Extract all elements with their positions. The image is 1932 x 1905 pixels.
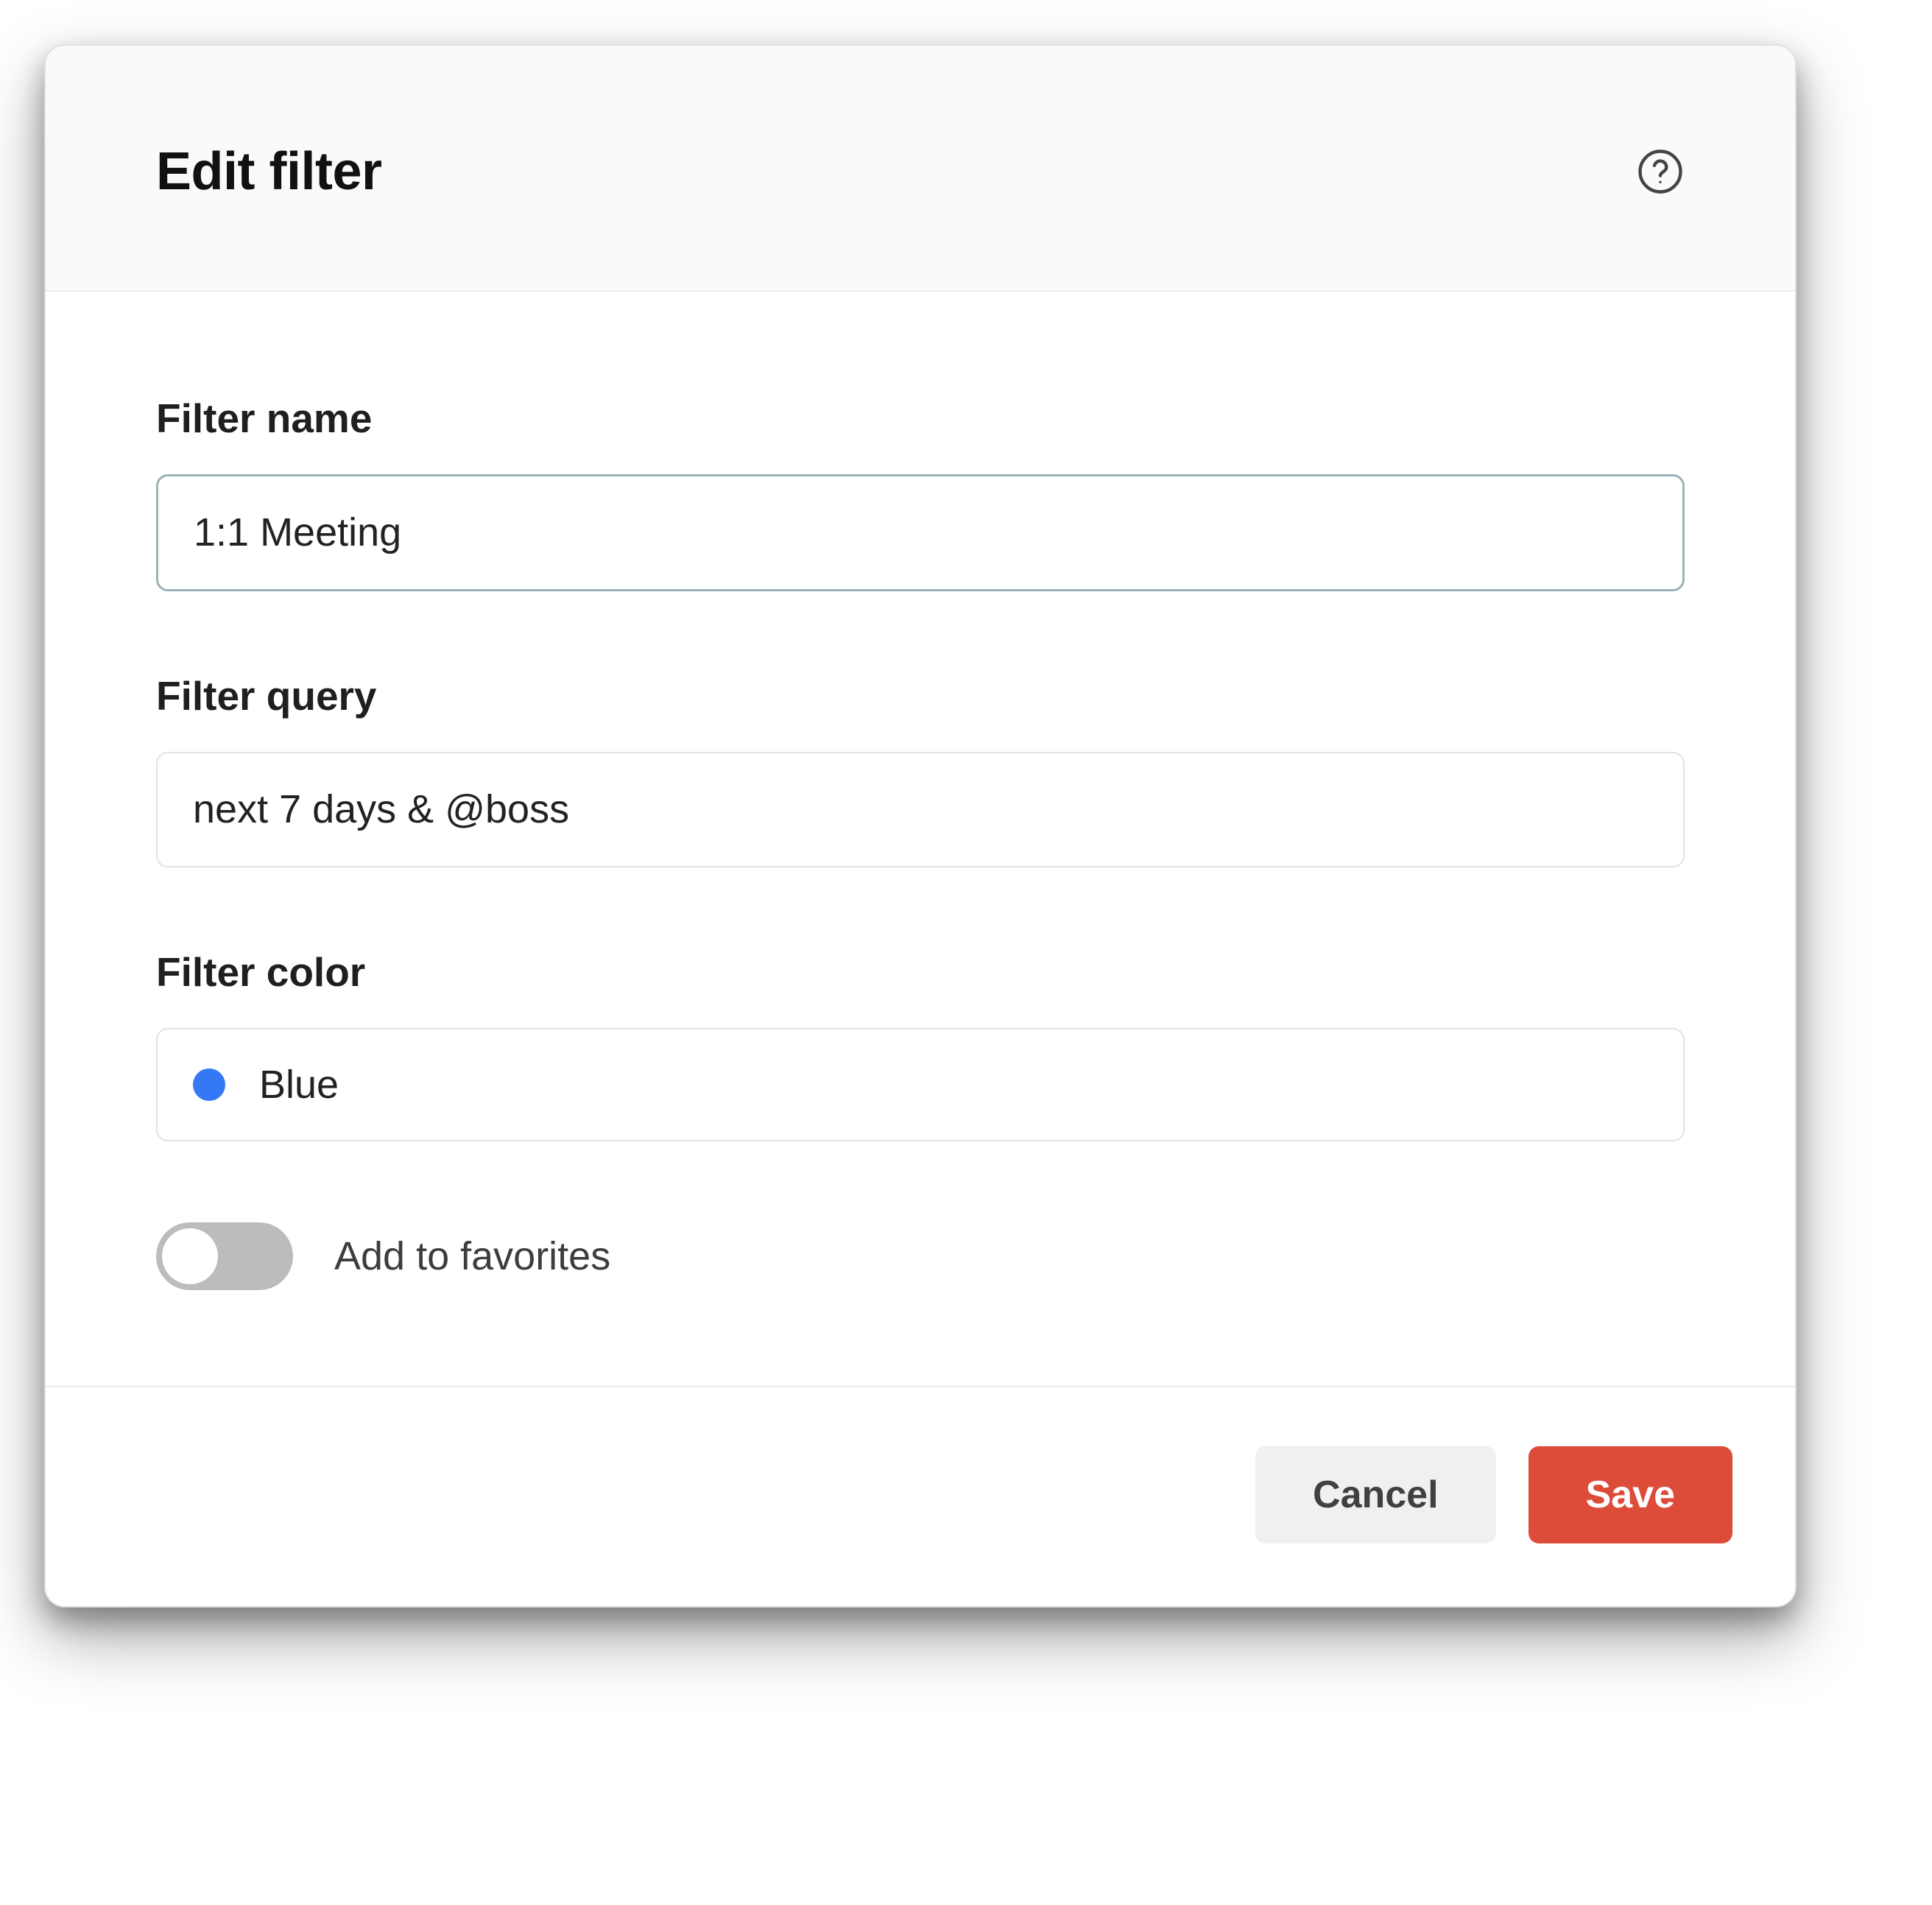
favorites-row: Add to favorites	[156, 1222, 1685, 1290]
dialog-body: Filter name Filter query Filter color Bl…	[46, 292, 1795, 1386]
save-button[interactable]: Save	[1529, 1446, 1732, 1543]
dialog-title: Edit filter	[156, 141, 382, 202]
filter-name-group: Filter name	[156, 395, 1685, 591]
filter-color-group: Filter color Blue	[156, 948, 1685, 1141]
cancel-button[interactable]: Cancel	[1255, 1446, 1496, 1543]
filter-name-label: Filter name	[156, 395, 1685, 442]
filter-color-select[interactable]: Blue	[156, 1028, 1685, 1141]
filter-query-input[interactable]	[156, 752, 1685, 867]
help-icon[interactable]	[1636, 147, 1685, 196]
favorites-label: Add to favorites	[334, 1233, 610, 1279]
dialog-header: Edit filter	[46, 46, 1795, 292]
favorites-toggle[interactable]	[156, 1222, 293, 1290]
filter-name-input[interactable]	[156, 474, 1685, 591]
color-swatch-icon	[193, 1068, 225, 1101]
filter-color-label: Filter color	[156, 948, 1685, 996]
toggle-knob-icon	[162, 1228, 218, 1284]
filter-query-label: Filter query	[156, 672, 1685, 719]
filter-color-value: Blue	[259, 1062, 339, 1108]
filter-query-group: Filter query	[156, 672, 1685, 867]
edit-filter-dialog: Edit filter Filter name Filter query Fil…	[44, 44, 1797, 1608]
dialog-footer: Cancel Save	[46, 1386, 1795, 1606]
